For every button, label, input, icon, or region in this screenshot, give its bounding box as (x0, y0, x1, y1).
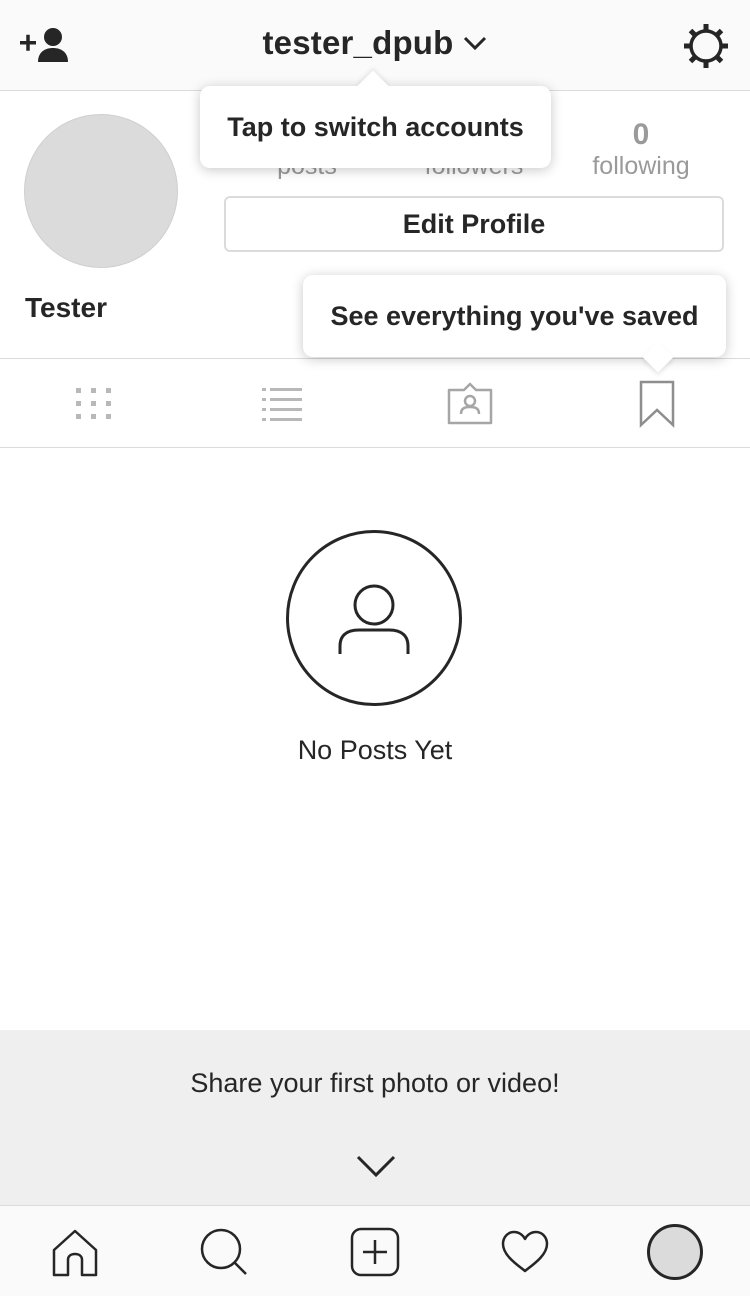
display-name: Tester (25, 292, 107, 323)
stat-following-count: 0 (632, 118, 650, 151)
edit-profile-button[interactable]: Edit Profile (224, 196, 724, 252)
person-circle-icon (286, 530, 462, 706)
profile-tabs (0, 358, 750, 448)
plus-square-icon[interactable] (349, 1226, 401, 1278)
grid-icon[interactable] (67, 379, 119, 429)
tagged-icon[interactable] (444, 379, 496, 429)
profile-avatar[interactable] (24, 114, 178, 268)
chevron-down-icon[interactable] (356, 1154, 396, 1178)
search-icon[interactable] (198, 1226, 250, 1278)
switch-accounts-tooltip[interactable]: Tap to switch accounts (200, 86, 551, 168)
saved-tooltip[interactable]: See everything you've saved (303, 275, 726, 357)
stat-following-label: following (592, 152, 690, 180)
profile-tab-avatar[interactable] (647, 1224, 703, 1280)
account-switcher[interactable]: tester_dpub (0, 24, 750, 68)
username-title[interactable]: tester_dpub (262, 24, 453, 62)
saved-tooltip-text: See everything you've saved (330, 300, 699, 331)
empty-state-text: No Posts Yet (297, 735, 453, 765)
chevron-down-icon[interactable] (462, 33, 488, 53)
share-banner-text: Share your first photo or video! (190, 1068, 560, 1098)
stat-following[interactable]: 0 following (566, 118, 716, 180)
gear-icon[interactable] (682, 22, 730, 70)
bottom-nav-bar (0, 1205, 750, 1296)
heart-icon[interactable] (499, 1226, 551, 1278)
switch-accounts-tooltip-text: Tap to switch accounts (227, 111, 524, 142)
person-icon (338, 584, 410, 654)
home-icon[interactable] (49, 1226, 101, 1278)
list-icon[interactable] (256, 379, 308, 429)
bookmark-icon[interactable] (631, 379, 683, 429)
share-banner[interactable]: Share your first photo or video! (0, 1030, 750, 1205)
